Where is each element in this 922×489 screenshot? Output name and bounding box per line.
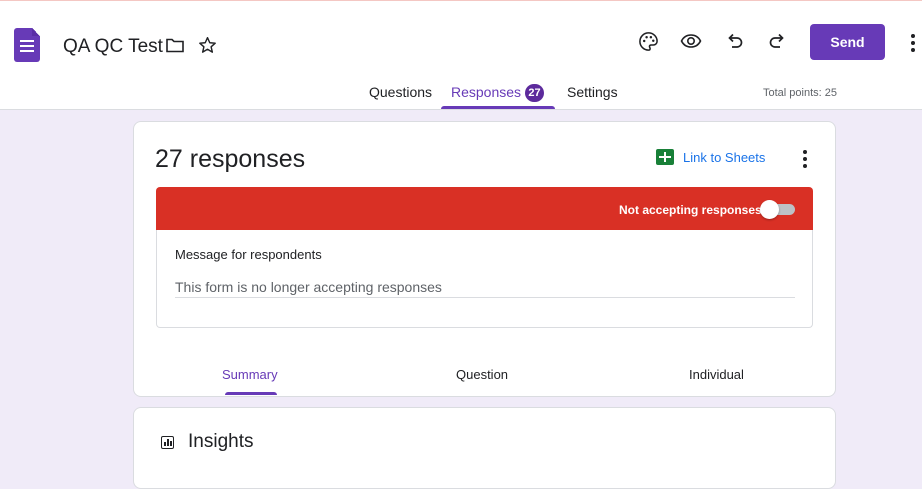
redo-icon[interactable] [767,31,787,51]
active-tab-indicator [441,106,555,109]
forms-app-icon[interactable] [14,28,40,62]
undo-icon[interactable] [725,31,745,51]
subtab-summary[interactable]: Summary [222,367,278,382]
send-button[interactable]: Send [810,24,885,60]
tab-responses[interactable]: Responses [451,84,521,100]
responses-count-title: 27 responses [155,145,306,173]
star-icon[interactable] [197,35,217,55]
message-input[interactable]: This form is no longer accepting respons… [175,279,442,295]
responses-count-badge: 27 [525,84,544,102]
palette-icon[interactable] [637,30,659,52]
active-subtab-indicator [225,392,277,395]
message-input-underline [175,297,795,298]
preview-eye-icon[interactable] [680,31,702,51]
subtab-question[interactable]: Question [456,367,508,382]
form-header: QA QC Test Send Questions Responses Sett… [0,1,922,110]
not-accepting-label: Not accepting responses [619,203,762,217]
message-label: Message for respondents [175,247,322,262]
folder-icon[interactable] [166,37,184,53]
tab-questions[interactable]: Questions [369,84,432,100]
toggle-thumb[interactable] [760,200,779,219]
insights-chart-icon [161,436,174,449]
subtab-individual[interactable]: Individual [689,367,744,382]
sheets-icon[interactable] [656,149,674,165]
insights-title: Insights [188,431,254,452]
link-to-sheets-link[interactable]: Link to Sheets [683,150,765,165]
total-points: Total points: 25 [763,87,837,99]
more-vert-icon[interactable] [910,34,916,52]
responses-more-icon[interactable] [802,150,808,168]
document-title[interactable]: QA QC Test [63,36,163,58]
tab-settings[interactable]: Settings [567,84,618,100]
